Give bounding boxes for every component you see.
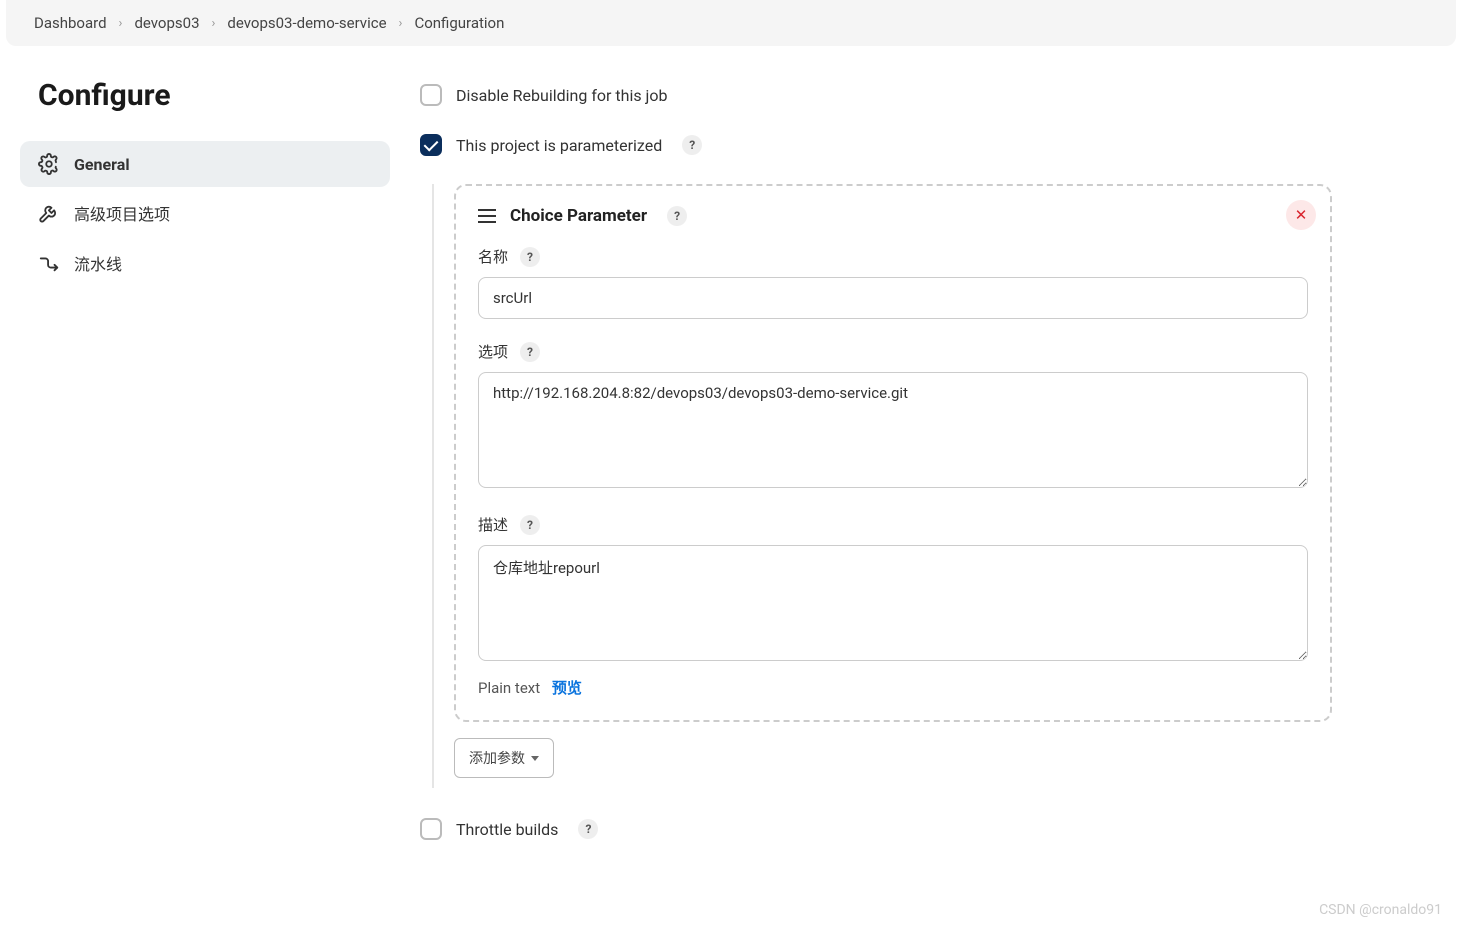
option-disable-rebuild: Disable Rebuilding for this job xyxy=(420,84,1332,106)
help-icon[interactable]: ? xyxy=(667,206,687,226)
help-icon[interactable]: ? xyxy=(578,819,598,839)
checkbox-parameterized[interactable] xyxy=(420,134,442,156)
sidebar-item-pipeline[interactable]: 流水线 xyxy=(20,239,390,287)
help-icon[interactable]: ? xyxy=(682,135,702,155)
watermark: CSDN @cronaldo91 xyxy=(1319,902,1442,918)
field-label-description: 描述 xyxy=(478,514,508,535)
parameter-choices-input[interactable] xyxy=(478,372,1308,488)
drag-handle-icon[interactable] xyxy=(478,209,496,223)
help-icon[interactable]: ? xyxy=(520,247,540,267)
parameter-section: Choice Parameter ? ✕ 名称 ? 选项 ? xyxy=(432,184,1332,788)
chevron-down-icon xyxy=(531,756,539,761)
help-icon[interactable]: ? xyxy=(520,342,540,362)
chevron-right-icon: › xyxy=(119,16,123,31)
option-label: Disable Rebuilding for this job xyxy=(456,86,668,105)
sidebar: Configure General 高级项目选项 流水线 xyxy=(20,66,390,868)
sidebar-item-label: 高级项目选项 xyxy=(74,201,170,225)
field-label-choices: 选项 xyxy=(478,341,508,362)
chevron-right-icon: › xyxy=(212,16,216,31)
help-icon[interactable]: ? xyxy=(520,515,540,535)
preview-link[interactable]: 预览 xyxy=(552,679,582,697)
breadcrumb-item-job[interactable]: devops03-demo-service xyxy=(227,14,386,32)
gear-icon xyxy=(38,153,60,175)
parameter-panel: Choice Parameter ? ✕ 名称 ? 选项 ? xyxy=(454,184,1332,722)
breadcrumb-item-dashboard[interactable]: Dashboard xyxy=(34,14,107,32)
format-label: Plain text xyxy=(478,679,540,697)
sidebar-item-advanced[interactable]: 高级项目选项 xyxy=(20,189,390,237)
sidebar-item-general[interactable]: General xyxy=(20,141,390,187)
checkbox-throttle[interactable] xyxy=(420,818,442,840)
option-label: This project is parameterized xyxy=(456,136,662,155)
parameter-description-input[interactable] xyxy=(478,545,1308,661)
option-parameterized: This project is parameterized ? xyxy=(420,134,1332,156)
add-parameter-button[interactable]: 添加参数 xyxy=(454,738,554,778)
chevron-right-icon: › xyxy=(399,16,403,31)
breadcrumb-item-folder[interactable]: devops03 xyxy=(134,14,199,32)
option-label: Throttle builds xyxy=(456,820,558,839)
field-label-name: 名称 xyxy=(478,246,508,267)
breadcrumb-item-current[interactable]: Configuration xyxy=(414,14,504,32)
delete-parameter-button[interactable]: ✕ xyxy=(1286,200,1316,230)
parameter-type-title: Choice Parameter xyxy=(510,206,647,226)
checkbox-disable-rebuild[interactable] xyxy=(420,84,442,106)
content: Disable Rebuilding for this job This pro… xyxy=(420,66,1452,868)
sidebar-item-label: 流水线 xyxy=(74,251,122,275)
page-title: Configure xyxy=(38,78,390,113)
pipeline-icon xyxy=(38,252,60,274)
option-throttle: Throttle builds ? xyxy=(420,818,1332,840)
breadcrumb: Dashboard › devops03 › devops03-demo-ser… xyxy=(6,0,1456,46)
add-parameter-label: 添加参数 xyxy=(469,748,525,768)
wrench-icon xyxy=(38,202,60,224)
parameter-name-input[interactable] xyxy=(478,277,1308,319)
sidebar-item-label: General xyxy=(74,155,130,174)
